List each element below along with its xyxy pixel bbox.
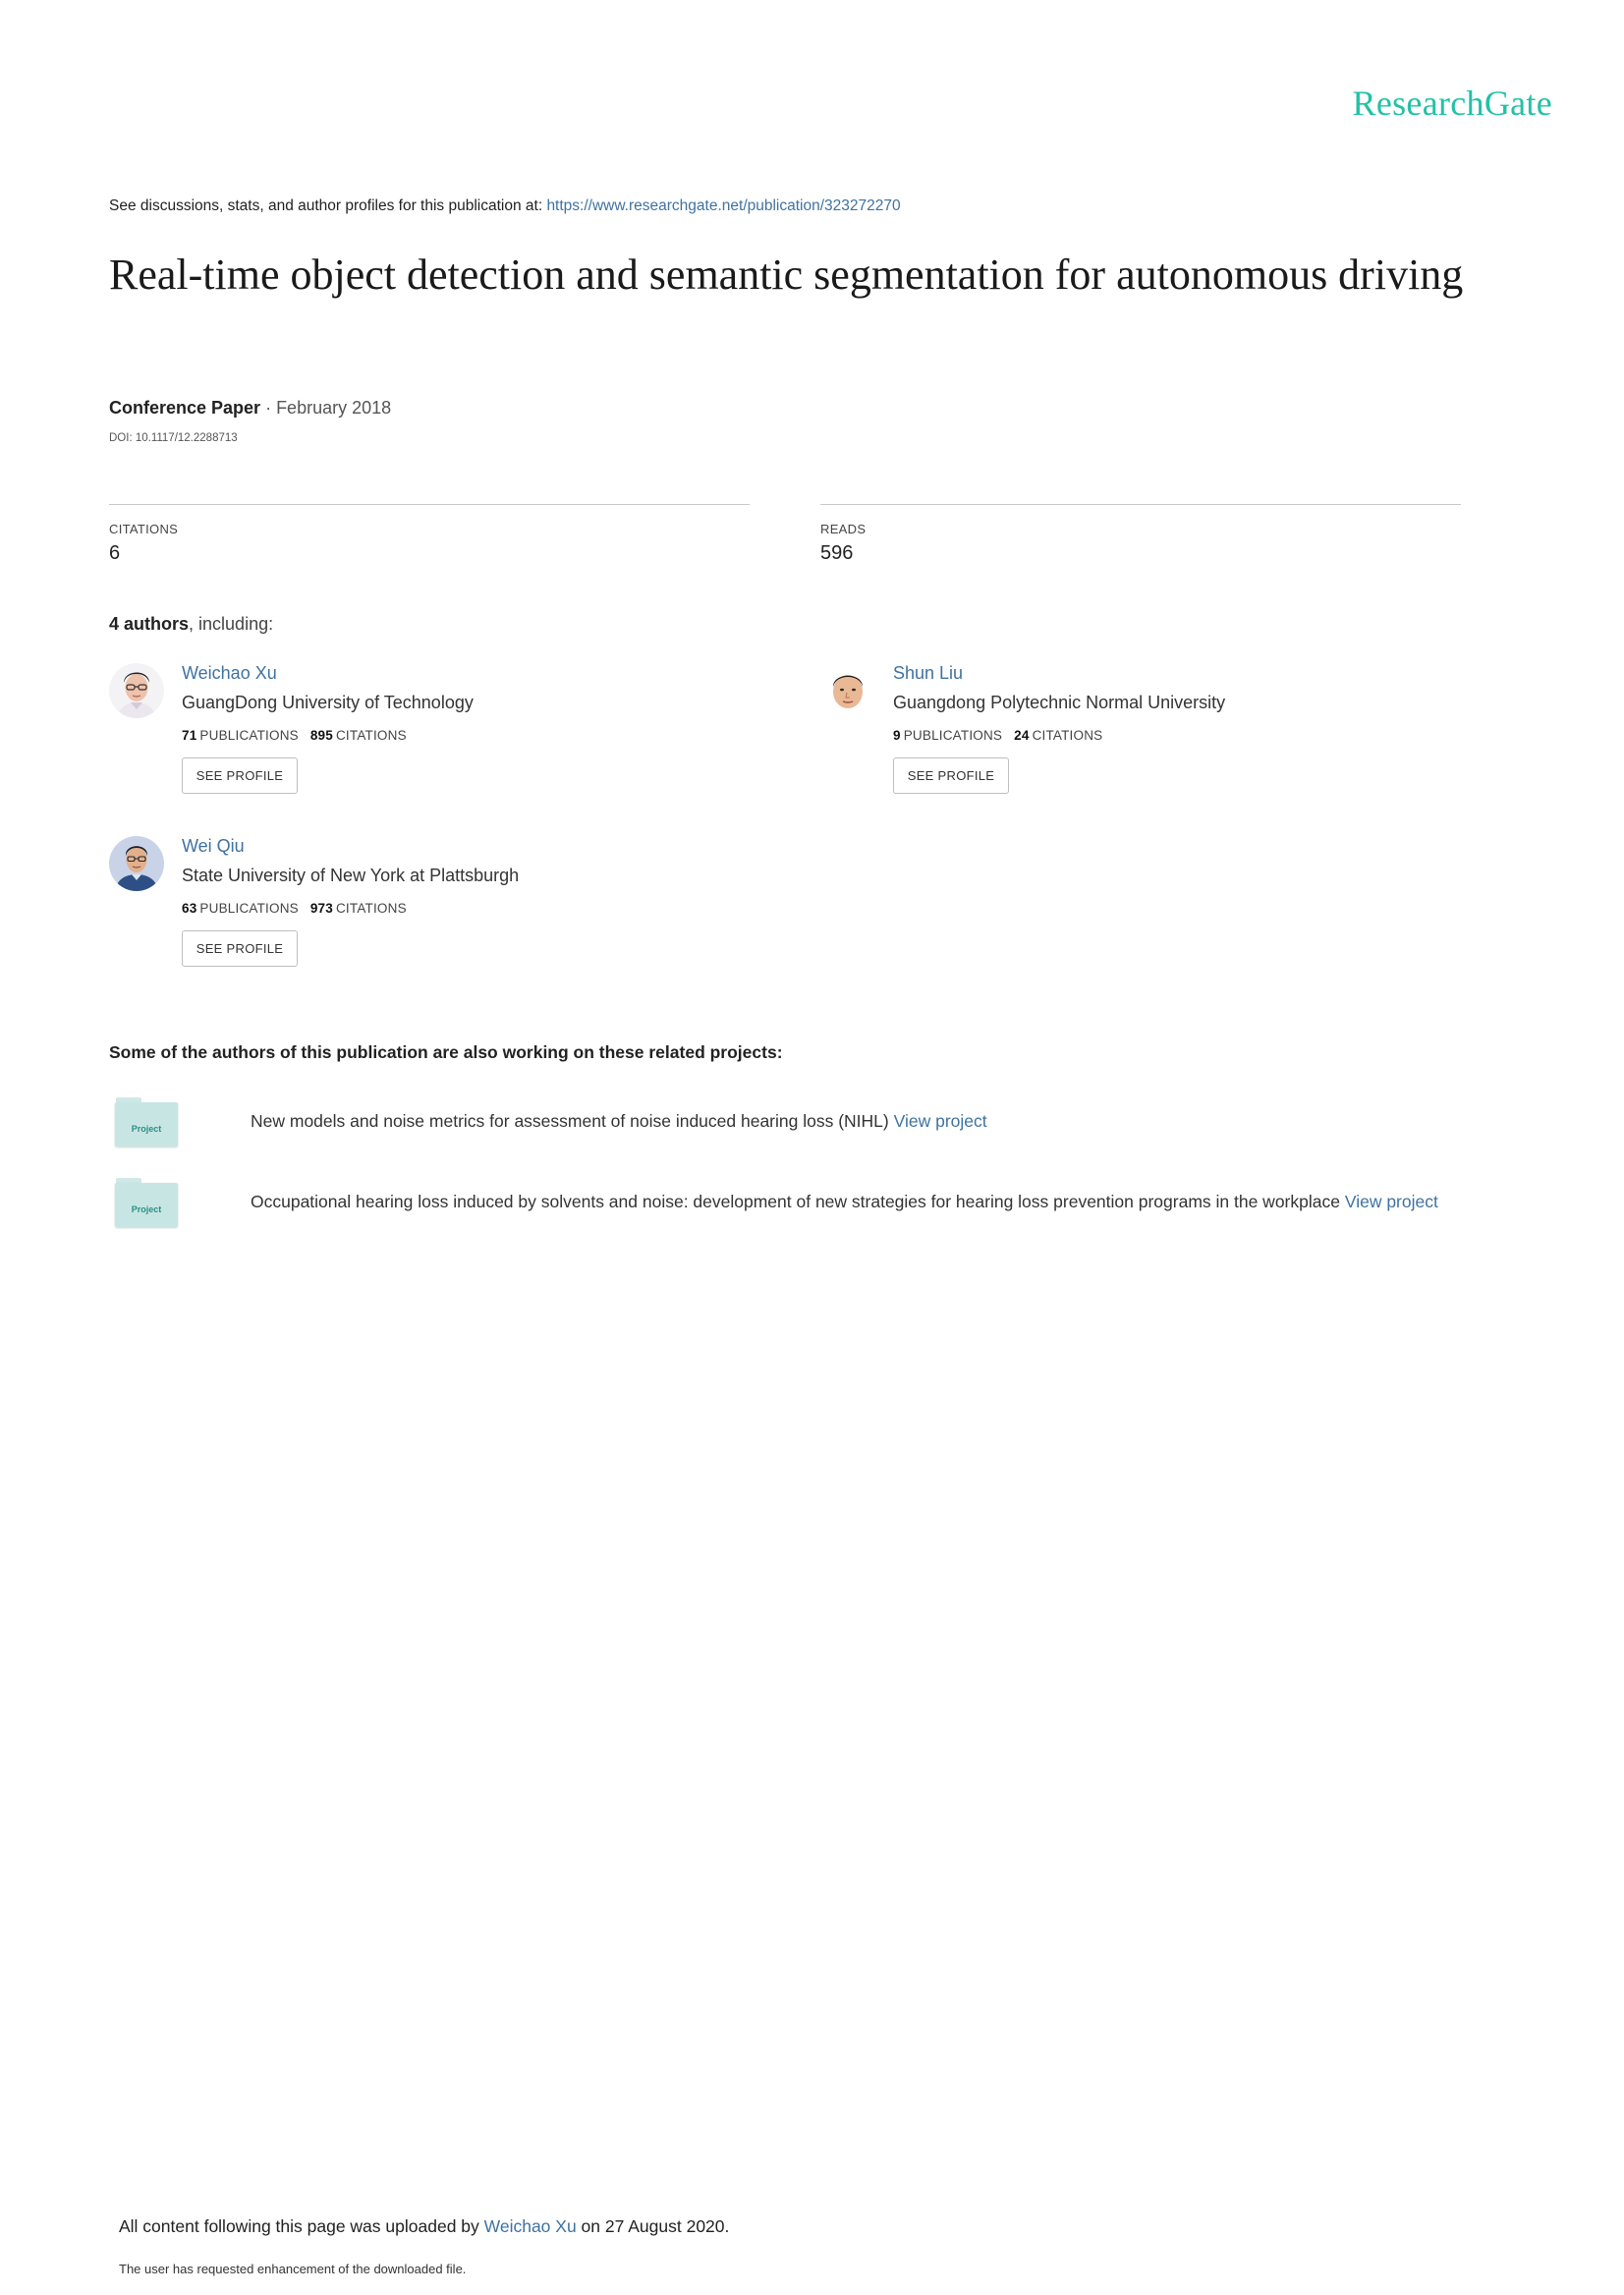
- publication-title: Real-time object detection and semantic …: [109, 251, 1464, 299]
- author-stats: 9 PUBLICATIONS 24 CITATIONS: [893, 728, 1102, 743]
- author-card-weichao-xu: Weichao Xu GuangDong University of Techn…: [109, 663, 699, 830]
- publication-url-link[interactable]: https://www.researchgate.net/publication…: [546, 197, 900, 214]
- publications-label: PUBLICATIONS: [199, 728, 299, 743]
- uploader-link[interactable]: Weichao Xu: [484, 2216, 577, 2236]
- related-project-item: Project New models and noise metrics for…: [115, 1097, 1540, 1152]
- related-projects-heading: Some of the authors of this publication …: [109, 1042, 783, 1062]
- related-project-item: Project Occupational hearing loss induce…: [115, 1178, 1540, 1233]
- reads-value: 596: [820, 542, 854, 564]
- author-citations-count: 973: [309, 901, 333, 916]
- author-avatar[interactable]: [820, 663, 875, 718]
- author-institution: Guangdong Polytechnic Normal University: [893, 693, 1226, 712]
- authors-heading-suffix: , including:: [189, 614, 274, 634]
- project-title: Occupational hearing loss induced by sol…: [251, 1192, 1340, 1211]
- discussion-notice: See discussions, stats, and author profi…: [109, 197, 901, 215]
- reads-stat: READS 596: [820, 504, 1461, 565]
- citations-label: CITATIONS: [335, 728, 407, 743]
- author-citations-count: 24: [1014, 728, 1030, 743]
- citations-label: CITATIONS: [109, 522, 179, 536]
- see-profile-button[interactable]: SEE PROFILE: [182, 757, 298, 794]
- author-name-link[interactable]: Wei Qiu: [182, 836, 245, 857]
- project-icon-label: Project: [131, 1124, 162, 1134]
- project-title: New models and noise metrics for assessm…: [251, 1111, 889, 1131]
- citations-stat: CITATIONS 6: [109, 504, 750, 565]
- publication-date: February 2018: [276, 398, 392, 418]
- author-stats: 71 PUBLICATIONS 895 CITATIONS: [182, 728, 407, 743]
- author-avatar[interactable]: [109, 836, 164, 891]
- author-stats: 63 PUBLICATIONS 973 CITATIONS: [182, 901, 407, 916]
- upload-notice: All content following this page was uplo…: [119, 2216, 729, 2237]
- authors-heading: 4 authors, including:: [109, 614, 273, 635]
- view-project-link[interactable]: View project: [1345, 1192, 1438, 1211]
- view-project-link[interactable]: View project: [894, 1111, 987, 1131]
- publications-label: PUBLICATIONS: [199, 901, 299, 916]
- see-profile-button[interactable]: SEE PROFILE: [893, 757, 1009, 794]
- author-publications-count: 9: [893, 728, 901, 743]
- author-name-link[interactable]: Weichao Xu: [182, 663, 277, 684]
- citations-label: CITATIONS: [335, 901, 407, 916]
- citations-label: CITATIONS: [1032, 728, 1103, 743]
- publications-label: PUBLICATIONS: [903, 728, 1003, 743]
- discussion-text: See discussions, stats, and author profi…: [109, 197, 547, 214]
- author-institution: GuangDong University of Technology: [182, 693, 474, 712]
- meta-separator: ·: [260, 398, 277, 418]
- project-icon-label: Project: [131, 1204, 162, 1214]
- enhancement-note: The user has requested enhancement of th…: [119, 2262, 467, 2276]
- author-publications-count: 71: [182, 728, 197, 743]
- author-citations-count: 895: [309, 728, 333, 743]
- publication-doi: DOI: 10.1117/12.2288713: [109, 432, 238, 444]
- author-avatar[interactable]: [109, 663, 164, 718]
- project-folder-icon: Project: [115, 1097, 178, 1147]
- project-description: Occupational hearing loss induced by sol…: [251, 1192, 1438, 1212]
- author-publications-count: 63: [182, 901, 197, 916]
- author-institution: State University of New York at Plattsbu…: [182, 866, 520, 885]
- reads-label: READS: [820, 522, 867, 536]
- upload-suffix: on 27 August 2020.: [576, 2216, 730, 2236]
- citations-value: 6: [109, 542, 121, 564]
- upload-prefix: All content following this page was uplo…: [119, 2216, 484, 2236]
- author-card-shun-liu: Shun Liu Guangdong Polytechnic Normal Un…: [820, 663, 1410, 830]
- project-description: New models and noise metrics for assessm…: [251, 1111, 987, 1132]
- publication-type: Conference Paper: [109, 398, 261, 418]
- authors-count: 4 authors: [109, 614, 190, 634]
- researchgate-logo[interactable]: ResearchGate: [1353, 83, 1552, 124]
- see-profile-button[interactable]: SEE PROFILE: [182, 930, 298, 967]
- author-card-wei-qiu: Wei Qiu State University of New York at …: [109, 836, 699, 1003]
- author-name-link[interactable]: Shun Liu: [893, 663, 963, 684]
- project-folder-icon: Project: [115, 1178, 178, 1227]
- publication-meta: Conference Paper · February 2018: [109, 398, 391, 419]
